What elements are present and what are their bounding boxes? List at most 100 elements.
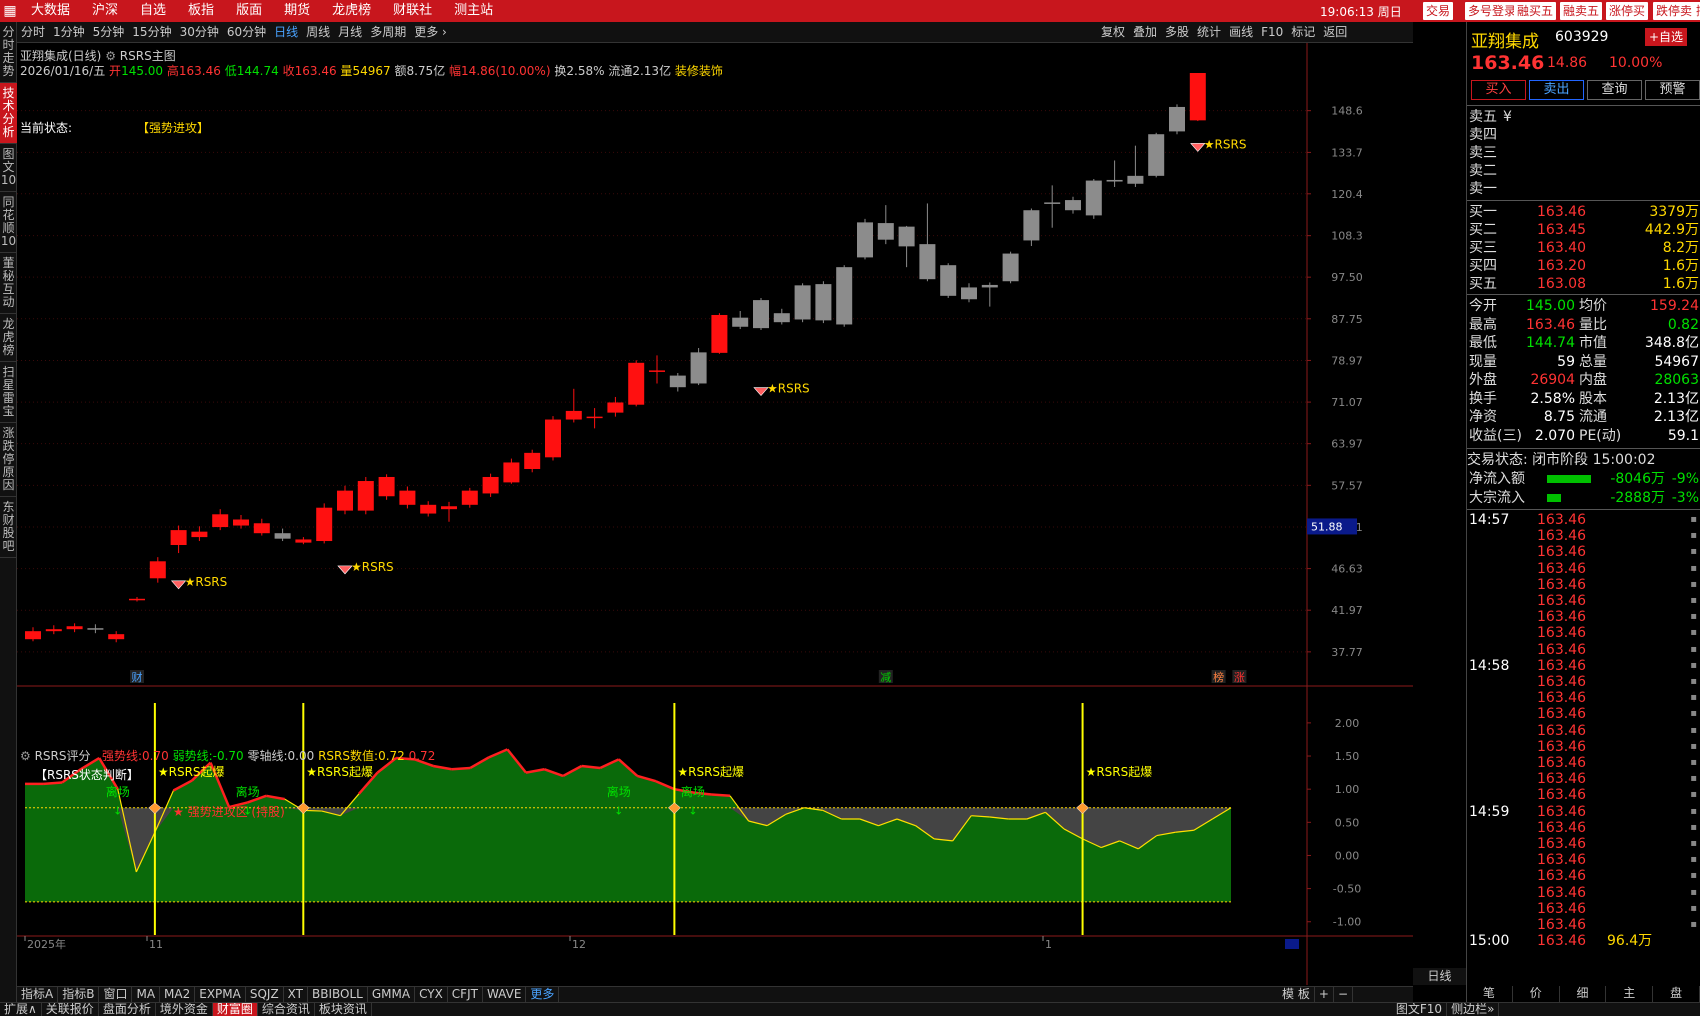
- top-quick-button[interactable]: 跌停卖: [1653, 2, 1696, 20]
- top-menu-item[interactable]: 期货: [273, 0, 321, 22]
- left-nav-item[interactable]: 技术分析: [0, 83, 17, 144]
- quote-tab[interactable]: 笔: [1466, 986, 1513, 1002]
- period-tab[interactable]: 1分钟: [49, 22, 89, 42]
- indicator-tab[interactable]: 窗口: [99, 987, 133, 1002]
- kline-chart[interactable]: 148.6 133.7 120.4 108.3 97.50 87.75 78.97 71.07…: [17, 43, 1413, 985]
- chart-tool-button[interactable]: 标记: [1287, 22, 1319, 42]
- top-menu-item[interactable]: 测主站: [443, 0, 504, 22]
- status-bar-item[interactable]: 扩展∧: [0, 1003, 42, 1016]
- left-nav-item[interactable]: 同花顺10: [0, 192, 17, 253]
- period-tab[interactable]: 5分钟: [89, 22, 129, 42]
- chart-tool-button[interactable]: 返回: [1319, 22, 1351, 42]
- quote-tab[interactable]: 细: [1560, 986, 1607, 1002]
- status-bar-item[interactable]: 侧边栏»: [1447, 1003, 1500, 1016]
- chart-tool-button[interactable]: 复权: [1097, 22, 1129, 42]
- period-tab[interactable]: 月线: [334, 22, 366, 42]
- left-nav-item[interactable]: 图文10: [0, 144, 17, 192]
- status-bar-item[interactable]: 板块资讯: [315, 1003, 372, 1016]
- top-menu-item[interactable]: 龙虎榜: [321, 0, 382, 22]
- indicator-dropdown-icon[interactable]: ⚙: [105, 49, 116, 63]
- indicator-tab[interactable]: GMMA: [368, 987, 416, 1002]
- top-quick-button[interactable]: 多号登录: [1465, 2, 1520, 20]
- indicator-tab[interactable]: 更多: [526, 987, 560, 1002]
- period-tab[interactable]: 周线: [302, 22, 334, 42]
- template-control[interactable]: −: [1334, 987, 1353, 1002]
- chart-tool-button[interactable]: 统计: [1193, 22, 1225, 42]
- period-tab[interactable]: 更多 ›: [410, 22, 451, 42]
- indicator-tab[interactable]: 指标B: [58, 987, 100, 1002]
- left-nav-item[interactable]: 分时走势: [0, 22, 17, 83]
- sub-title[interactable]: RSRS评分: [35, 749, 91, 763]
- quote-tab[interactable]: 主: [1606, 986, 1654, 1002]
- top-quick-button[interactable]: 撤: [1693, 2, 1700, 20]
- left-nav-item[interactable]: 涨跌停原因: [0, 423, 17, 497]
- indicator-tab[interactable]: CFJT: [448, 987, 483, 1002]
- top-quick-button[interactable]: 涨停买: [1606, 2, 1649, 20]
- trade-button[interactable]: 买入: [1471, 80, 1526, 100]
- ask-row[interactable]: 卖五 ¥: [1467, 108, 1700, 126]
- top-menu-item[interactable]: 自选: [129, 0, 177, 22]
- ask-row[interactable]: 卖二: [1467, 162, 1700, 180]
- left-nav-item[interactable]: 东财股吧: [0, 497, 17, 558]
- period-tab[interactable]: 多周期: [366, 22, 410, 42]
- top-menu-item[interactable]: 沪深: [81, 0, 129, 22]
- top-menu-item[interactable]: 版面: [225, 0, 273, 22]
- sub-dropdown-icon[interactable]: ⚙: [20, 749, 31, 763]
- indicator-tab[interactable]: MA2: [160, 987, 196, 1002]
- template-control[interactable]: +: [1315, 987, 1334, 1002]
- period-tab[interactable]: 15分钟: [128, 22, 175, 42]
- chart-area[interactable]: 148.6 133.7 120.4 108.3 97.50 87.75 78.97 71.07…: [17, 43, 1413, 985]
- template-control[interactable]: 模 板: [1278, 987, 1315, 1002]
- indicator-tab[interactable]: SQJZ: [246, 987, 284, 1002]
- period-tab[interactable]: 30分钟: [176, 22, 223, 42]
- bid-row[interactable]: 买三 163.40 8.2万: [1467, 239, 1700, 257]
- ask-row[interactable]: 卖四: [1467, 126, 1700, 144]
- info-industry[interactable]: 装修装饰: [675, 64, 723, 78]
- trade-button[interactable]: 查询: [1587, 80, 1642, 100]
- indicator-tab[interactable]: XT: [284, 987, 309, 1002]
- chart-tool-button[interactable]: F10: [1257, 22, 1287, 42]
- top-quick-button[interactable]: 融买五: [1514, 2, 1557, 20]
- period-tab[interactable]: 60分钟: [223, 22, 270, 42]
- top-menu-item[interactable]: 板指: [177, 0, 225, 22]
- app-logo-icon[interactable]: ▦: [0, 0, 20, 22]
- ask-row[interactable]: 卖三: [1467, 144, 1700, 162]
- indicator-tab[interactable]: EXPMA: [195, 987, 246, 1002]
- quote-tab[interactable]: 盘: [1653, 986, 1700, 1002]
- period-label[interactable]: 日线: [1413, 968, 1466, 985]
- chart-tool-button[interactable]: 画线: [1225, 22, 1257, 42]
- indicator-tab[interactable]: WAVE: [483, 987, 527, 1002]
- status-bar-item[interactable]: 综合资讯: [258, 1003, 315, 1016]
- bid-row[interactable]: 买一 163.46 3379万: [1467, 203, 1700, 221]
- chart-tool-button[interactable]: 叠加: [1129, 22, 1161, 42]
- status-bar-item[interactable]: 关联报价: [42, 1003, 99, 1016]
- period-tab[interactable]: 分时: [17, 22, 49, 42]
- status-bar-item[interactable]: 图文F10: [1392, 1003, 1448, 1016]
- left-nav-item[interactable]: 扫星雷宝: [0, 362, 17, 423]
- top-menu-item[interactable]: 大数据: [20, 0, 81, 22]
- bid-row[interactable]: 买二 163.45 442.9万: [1467, 221, 1700, 239]
- status-bar-item[interactable]: 盘面分析: [99, 1003, 156, 1016]
- chart-indicator[interactable]: RSRS主图: [120, 49, 176, 63]
- top-quick-button[interactable]: 融卖五: [1560, 2, 1603, 20]
- ask-row[interactable]: 卖一: [1467, 180, 1700, 198]
- indicator-tab[interactable]: MA: [132, 987, 161, 1002]
- indicator-tab[interactable]: CYX: [415, 987, 448, 1002]
- indicator-tab[interactable]: BBIBOLL: [308, 987, 368, 1002]
- left-nav-item[interactable]: 董秘互动: [0, 253, 17, 314]
- period-tab[interactable]: 日线: [270, 22, 302, 42]
- trade-button[interactable]: 卖出: [1529, 80, 1584, 100]
- left-nav-item[interactable]: 龙虎榜: [0, 314, 17, 362]
- quote-tab[interactable]: 价: [1513, 986, 1560, 1002]
- bid-row[interactable]: 买四 163.20 1.6万: [1467, 257, 1700, 275]
- chart-tool-button[interactable]: 多股: [1161, 22, 1193, 42]
- quote-tabs: 笔价细主盘: [1466, 986, 1700, 1002]
- status-bar-item[interactable]: 财富圈: [212, 1003, 258, 1016]
- top-quick-button[interactable]: 交易: [1423, 2, 1454, 20]
- indicator-tab[interactable]: 指标A: [17, 987, 59, 1002]
- top-menu-item[interactable]: 财联社: [382, 0, 443, 22]
- trade-button[interactable]: 预警: [1645, 80, 1700, 100]
- status-bar-item[interactable]: 境外资金: [156, 1003, 213, 1016]
- add-watchlist-button[interactable]: +自选: [1645, 28, 1688, 46]
- bid-row[interactable]: 买五 163.08 1.6万: [1467, 275, 1700, 293]
